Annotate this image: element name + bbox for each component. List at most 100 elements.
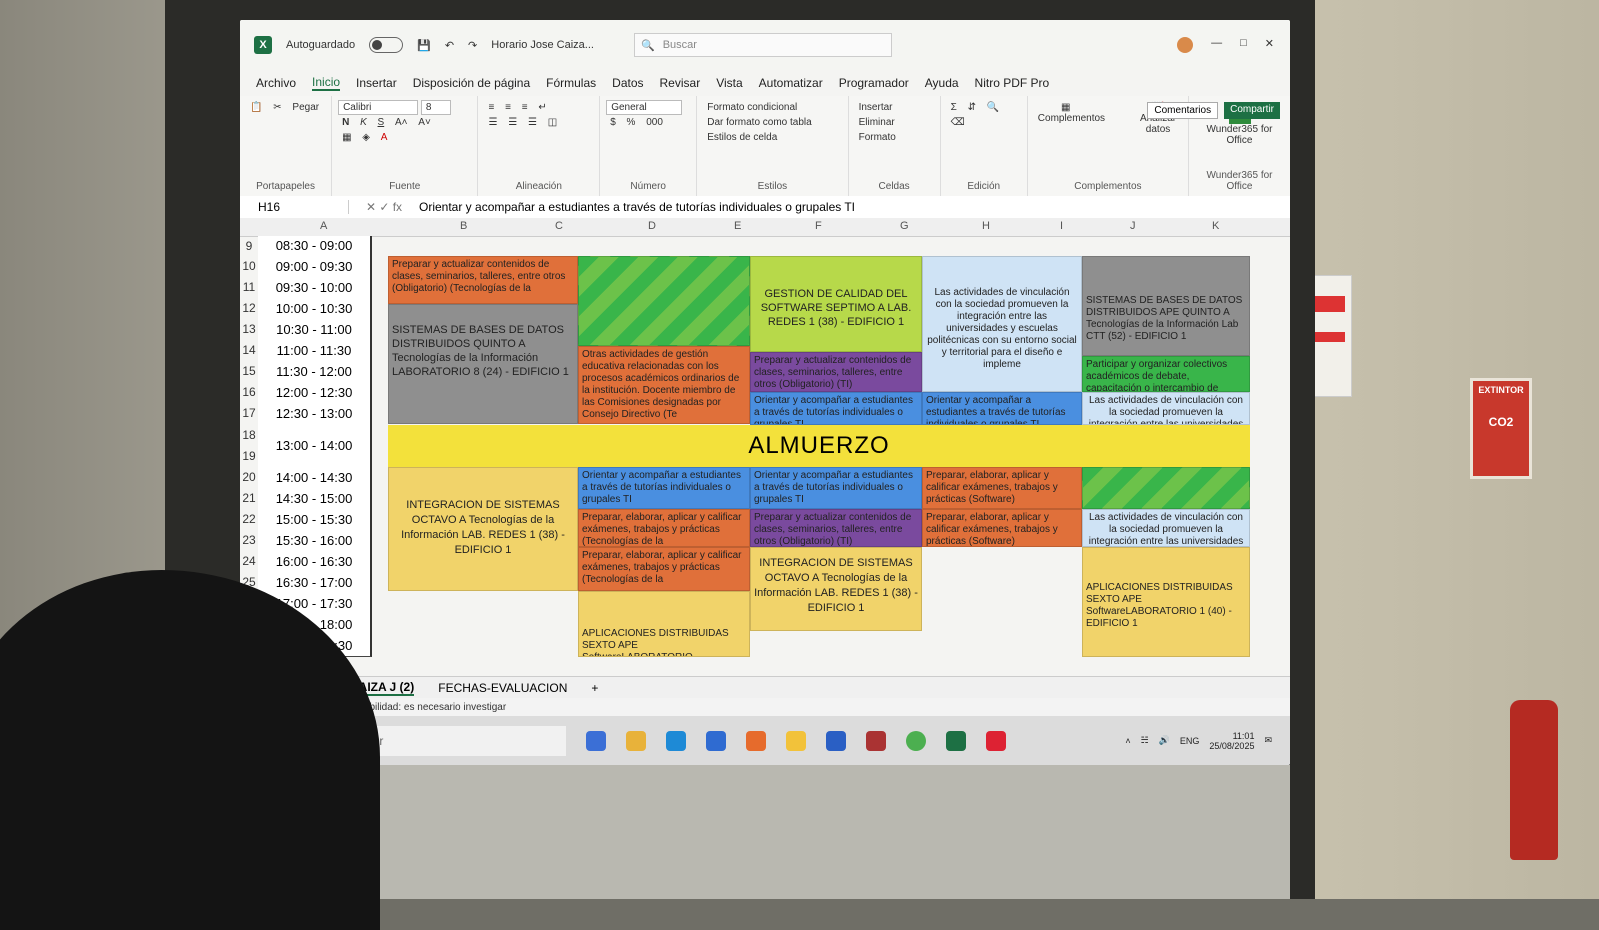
cell-block[interactable]: Preparar y actualizar contenidos de clas… <box>388 256 578 304</box>
lunch-band[interactable]: ALMUERZO <box>388 425 1250 467</box>
tab-ayuda[interactable]: Ayuda <box>925 76 959 90</box>
autosave-toggle[interactable] <box>369 37 404 53</box>
language-indicator[interactable]: ENG <box>1180 736 1200 746</box>
clock[interactable]: 11:01 25/08/2025 <box>1209 731 1254 751</box>
redo-icon[interactable]: ↷ <box>468 39 477 52</box>
cell-block[interactable] <box>1082 467 1250 509</box>
time-slot-cell[interactable]: 10:00 - 10:30 <box>258 298 372 320</box>
chrome-icon[interactable] <box>906 730 926 751</box>
cell-block[interactable]: SISTEMAS DE BASES DE DATOS DISTRIBUIDOS … <box>388 304 578 424</box>
col-g[interactable]: G <box>900 220 909 232</box>
row-number[interactable]: 17 <box>240 406 258 420</box>
explorer-icon[interactable] <box>786 730 806 751</box>
time-slot-cell[interactable]: 12:00 - 12:30 <box>258 382 372 404</box>
insert-cells-button[interactable]: Insertar <box>856 101 896 114</box>
pdf-icon[interactable] <box>986 730 1006 751</box>
align-top-icon[interactable]: ≡ <box>485 101 497 114</box>
time-slot-cell[interactable]: 11:30 - 12:00 <box>258 361 372 383</box>
file-name[interactable]: Horario Jose Caiza... <box>491 39 594 51</box>
align-center-icon[interactable]: ☰ <box>505 116 520 129</box>
tab-nitro[interactable]: Nitro PDF Pro <box>975 76 1050 90</box>
time-slot-cell[interactable]: 11:00 - 11:30 <box>258 340 372 362</box>
cut-icon[interactable]: ✂ <box>270 101 284 114</box>
row-number[interactable]: 15 <box>240 364 258 378</box>
search-box[interactable]: 🔍 Buscar <box>633 33 892 57</box>
row-number[interactable]: 20 <box>240 470 258 484</box>
format-table-button[interactable]: Dar formato como tabla <box>704 116 815 129</box>
align-right-icon[interactable]: ☰ <box>525 116 540 129</box>
name-box[interactable]: H16 <box>240 200 349 214</box>
cell-block[interactable]: Orientar y acompañar a estudiantes a tra… <box>750 392 922 425</box>
row-number[interactable]: 16 <box>240 385 258 399</box>
app-icon[interactable] <box>826 730 846 751</box>
cell-block[interactable]: INTEGRACION DE SISTEMAS OCTAVO A Tecnolo… <box>388 467 578 591</box>
cell-block[interactable]: Otras actividades de gestión educativa r… <box>578 346 750 424</box>
paste-icon[interactable]: 📋 <box>247 101 265 114</box>
time-slot-cell[interactable]: 16:30 - 17:00 <box>258 572 372 594</box>
edge-icon[interactable] <box>666 730 686 751</box>
time-slot-cell[interactable]: 14:00 - 14:30 <box>258 467 372 489</box>
sheet-tab-fechas[interactable]: FECHAS-EVALUACION <box>438 681 567 695</box>
tab-vista[interactable]: Vista <box>716 76 742 90</box>
col-h[interactable]: H <box>982 220 990 232</box>
col-j[interactable]: J <box>1130 220 1136 232</box>
time-slot-cell[interactable]: 15:30 - 16:00 <box>258 530 372 552</box>
tab-disposicion[interactable]: Disposición de página <box>413 76 530 90</box>
delete-cells-button[interactable]: Eliminar <box>856 116 898 129</box>
row-number[interactable]: 11 <box>240 280 258 294</box>
cell-block[interactable]: Orientar y acompañar a estudiantes a tra… <box>578 467 750 509</box>
firefox-icon[interactable] <box>746 730 766 751</box>
tab-inicio[interactable]: Inicio <box>312 75 341 91</box>
cell-block[interactable]: Participar y organizar colectivos académ… <box>1082 356 1250 392</box>
shrink-font-icon[interactable]: A˅ <box>415 116 434 129</box>
fill-color-icon[interactable]: ◈ <box>359 131 373 144</box>
cell-block[interactable]: Preparar, elaborar, aplicar y calificar … <box>578 547 750 591</box>
undo-icon[interactable]: ↶ <box>445 39 454 52</box>
sort-filter-icon[interactable]: ⇵ <box>965 101 979 114</box>
time-slot-cell[interactable]: 13:00 - 14:00 <box>258 425 372 468</box>
grow-font-icon[interactable]: A˄ <box>392 116 411 129</box>
time-slot-cell[interactable]: 12:30 - 13:00 <box>258 403 372 426</box>
row-number[interactable]: 22 <box>240 512 258 526</box>
cell-block[interactable]: APLICACIONES DISTRIBUIDAS SEXTO APE Soft… <box>578 591 750 657</box>
col-d[interactable]: D <box>648 220 656 232</box>
cell-styles-button[interactable]: Estilos de celda <box>704 131 780 144</box>
avatar[interactable] <box>1177 37 1194 53</box>
wrap-icon[interactable]: ↵ <box>535 101 549 114</box>
close-icon[interactable]: ✕ <box>1265 37 1274 53</box>
comments-button[interactable]: Comentarios <box>1147 102 1219 119</box>
border-icon[interactable]: ▦ <box>339 131 354 144</box>
cell-block[interactable]: Las actividades de vinculación con la so… <box>922 256 1082 392</box>
row-number[interactable]: 18 <box>240 428 258 442</box>
row-number[interactable]: 10 <box>240 259 258 273</box>
add-sheet-icon[interactable]: + <box>591 681 598 695</box>
cell-block[interactable]: APLICACIONES DISTRIBUIDAS SEXTO APE Soft… <box>1082 547 1250 657</box>
cell-block[interactable]: GESTION DE CALIDAD DEL SOFTWARE SEPTIMO … <box>750 256 922 352</box>
align-middle-icon[interactable]: ≡ <box>502 101 514 114</box>
minimize-icon[interactable]: — <box>1211 37 1222 53</box>
cell-block[interactable]: SISTEMAS DE BASES DE DATOS DISTRIBUIDOS … <box>1082 256 1250 356</box>
time-slot-cell[interactable]: 15:00 - 15:30 <box>258 509 372 531</box>
cell-block[interactable]: Las actividades de vinculación con la so… <box>1082 392 1250 425</box>
row-number[interactable]: 24 <box>240 554 258 568</box>
align-left-icon[interactable]: ☰ <box>485 116 500 129</box>
formula-content[interactable]: Orientar y acompañar a estudiantes a tra… <box>419 200 855 214</box>
maximize-icon[interactable]: □ <box>1240 37 1247 53</box>
cell-block[interactable]: Orientar y acompañar a estudiantes a tra… <box>750 467 922 509</box>
save-icon[interactable]: 💾 <box>417 39 431 52</box>
time-slot-cell[interactable]: 09:00 - 09:30 <box>258 256 372 278</box>
time-slot-cell[interactable]: 14:30 - 15:00 <box>258 488 372 510</box>
chevron-up-icon[interactable]: ˄ <box>1125 736 1130 746</box>
conditional-format-button[interactable]: Formato condicional <box>704 101 800 114</box>
percent-icon[interactable]: % <box>624 116 639 129</box>
col-i[interactable]: I <box>1060 220 1063 232</box>
tab-revisar[interactable]: Revisar <box>660 76 701 90</box>
row-number[interactable]: 12 <box>240 301 258 315</box>
volume-icon[interactable]: 🔊 <box>1159 735 1170 746</box>
row-number[interactable]: 19 <box>240 449 258 463</box>
tab-archivo[interactable]: Archivo <box>256 76 296 90</box>
tab-datos[interactable]: Datos <box>612 76 643 90</box>
col-f[interactable]: F <box>815 220 822 232</box>
cell-block[interactable]: Las actividades de vinculación con la so… <box>1082 509 1250 547</box>
cell-block[interactable]: Preparar y actualizar contenidos de clas… <box>750 352 922 392</box>
